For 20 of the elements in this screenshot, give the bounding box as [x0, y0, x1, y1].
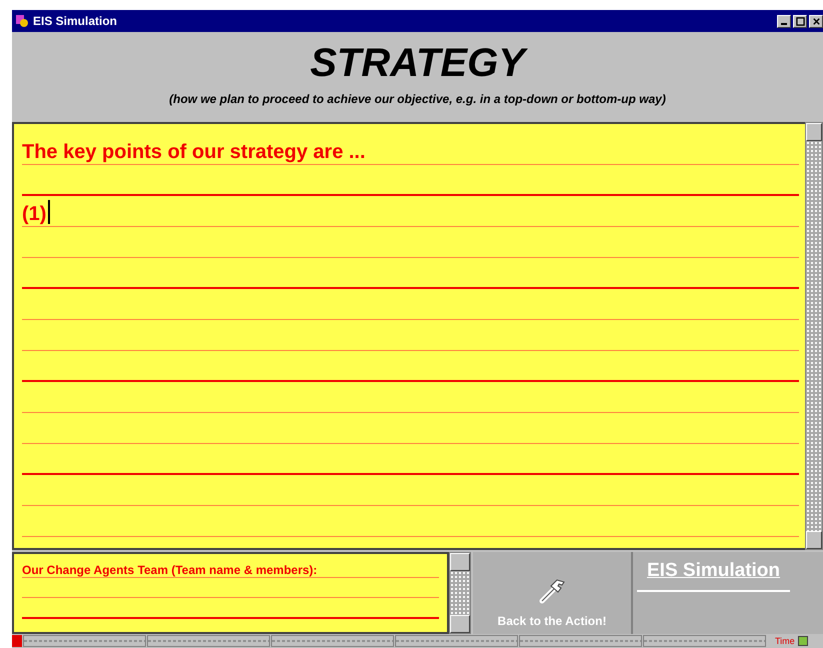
text-cursor [48, 200, 50, 224]
page-subtitle: (how we plan to proceed to achieve our objective, e.g. in a top-down or bottom-up way) [169, 92, 666, 106]
time-label: Time [775, 636, 795, 646]
team-label: Our Change Agents Team (Team name & members): [22, 563, 318, 577]
logo-text: EIS Simulation [637, 552, 790, 592]
team-notepad[interactable]: Our Change Agents Team (Team name & members): [12, 552, 449, 634]
notepad-heading: The key points of our strategy are ... [22, 140, 366, 164]
time-indicator-icon [798, 636, 808, 646]
strategy-entry: (1) [22, 202, 46, 226]
maximize-icon [796, 16, 804, 26]
window-title: EIS Simulation [33, 14, 118, 28]
strategy-notepad[interactable]: The key points of our strategy are ... (1) [12, 122, 805, 550]
close-icon [812, 16, 820, 26]
minimize-button[interactable] [777, 14, 791, 28]
status-indicator [12, 635, 22, 647]
maximize-button[interactable] [793, 14, 807, 28]
close-button[interactable] [809, 14, 823, 28]
team-scrollbar[interactable] [449, 552, 471, 634]
minimize-icon [781, 23, 787, 25]
app-icon [15, 14, 29, 28]
